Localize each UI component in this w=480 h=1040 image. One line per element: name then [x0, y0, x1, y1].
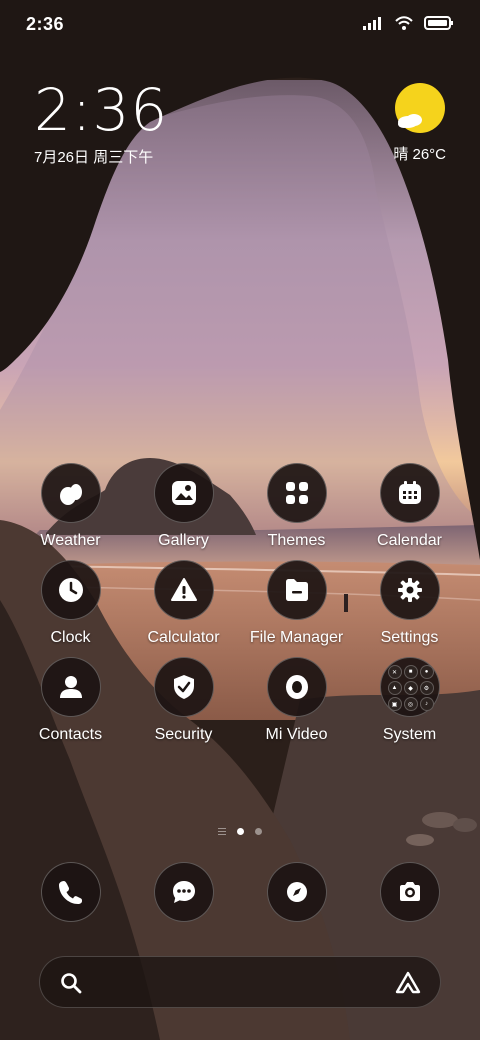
folder-grid: ✕ ■ ● ▲ ◆ ⚙ ▣ ◎ ♪ [387, 665, 434, 711]
app-weather[interactable]: Weather [14, 463, 127, 550]
app-mi-video[interactable]: Mi Video [240, 657, 353, 744]
messages-icon [153, 862, 214, 922]
app-label: Contacts [38, 726, 103, 743]
gallery-icon [153, 463, 214, 523]
camera-icon [379, 862, 440, 922]
clock-widget[interactable]: 2:36 7月26日 周三下午 [34, 78, 168, 167]
mini-app-icon: ● [419, 665, 434, 679]
security-shield-icon [153, 657, 214, 717]
assistant-icon[interactable] [394, 970, 422, 1001]
system-folder-icon: ✕ ■ ● ▲ ◆ ⚙ ▣ ◎ ♪ [379, 657, 440, 717]
mi-video-icon [266, 657, 327, 717]
status-time: 2:36 [26, 14, 65, 34]
app-calculator[interactable]: Calculator [127, 560, 240, 647]
app-drawer-indicator-icon [218, 828, 226, 835]
clock-icon [40, 560, 101, 620]
weather-text: 晴 26°C [393, 146, 446, 163]
app-label: Weather [40, 532, 101, 549]
dock [14, 862, 466, 922]
app-label: File Manager [249, 629, 344, 646]
mini-app-icon: ▣ [387, 697, 402, 711]
dock-messages[interactable] [127, 862, 240, 922]
calendar-icon [379, 463, 440, 523]
mini-app-icon: ◆ [403, 681, 418, 695]
app-label: Security [154, 726, 213, 743]
status-bar: 2:36 [0, 0, 480, 50]
mini-app-icon: ◎ [403, 697, 418, 711]
search-icon[interactable] [60, 972, 82, 999]
dock-phone[interactable] [14, 862, 127, 922]
clock-widget-date: 7月26日 周三下午 [34, 149, 154, 166]
battery-icon [424, 15, 454, 36]
browser-compass-icon [266, 862, 327, 922]
app-label: Gallery [158, 532, 209, 549]
app-file-manager[interactable]: File Manager [240, 560, 353, 647]
page-dot-active[interactable] [237, 828, 244, 835]
app-clock[interactable]: Clock [14, 560, 127, 647]
clock-widget-time: 2:36 [34, 76, 169, 144]
app-grid: Weather Gallery Themes Calendar Clock Ca… [14, 463, 466, 744]
page-indicator [0, 828, 480, 835]
mini-app-icon: ▲ [387, 681, 402, 695]
mini-app-icon: ■ [403, 665, 418, 679]
file-manager-icon [266, 560, 327, 620]
app-calendar[interactable]: Calendar [353, 463, 466, 550]
app-label: Settings [380, 629, 439, 646]
weather-drop-icon [40, 463, 101, 523]
status-icons [362, 15, 454, 36]
weather-widget[interactable]: 晴 26°C [393, 82, 446, 164]
app-system-folder[interactable]: ✕ ■ ● ▲ ◆ ⚙ ▣ ◎ ♪ System [353, 657, 466, 744]
dock-browser[interactable] [240, 862, 353, 922]
phone-icon [40, 862, 101, 922]
mini-app-icon: ⚙ [419, 681, 434, 695]
wifi-icon [394, 15, 414, 36]
mini-app-icon: ✕ [387, 665, 402, 679]
settings-gear-icon [379, 560, 440, 620]
signal-icon [362, 16, 384, 35]
app-label: Themes [267, 532, 326, 549]
app-gallery[interactable]: Gallery [127, 463, 240, 550]
app-label: Calculator [147, 629, 220, 646]
app-label: Calendar [377, 532, 442, 549]
themes-grid-icon [266, 463, 327, 523]
app-label: System [382, 726, 437, 743]
contacts-icon [40, 657, 101, 717]
mini-app-icon: ♪ [419, 697, 434, 711]
page-dot[interactable] [255, 828, 262, 835]
calculator-icon [153, 560, 214, 620]
search-bar[interactable] [39, 956, 441, 1008]
app-security[interactable]: Security [127, 657, 240, 744]
dock-camera[interactable] [353, 862, 466, 922]
app-contacts[interactable]: Contacts [14, 657, 127, 744]
sun-cloud-icon [394, 82, 446, 134]
app-label: Clock [50, 629, 91, 646]
app-settings[interactable]: Settings [353, 560, 466, 647]
app-themes[interactable]: Themes [240, 463, 353, 550]
app-label: Mi Video [265, 726, 328, 743]
